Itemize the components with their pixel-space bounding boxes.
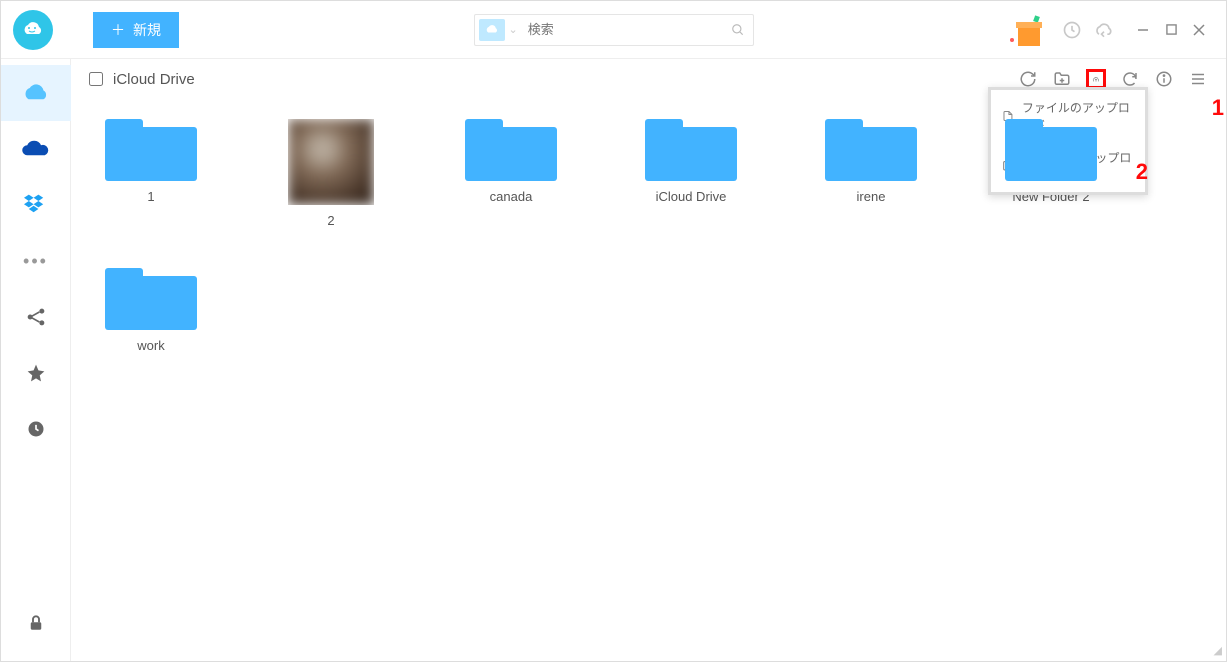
image-thumbnail — [288, 119, 374, 205]
plus-icon: ＋ — [111, 20, 125, 40]
breadcrumb[interactable]: iCloud Drive — [113, 71, 195, 88]
app-logo — [13, 10, 53, 50]
item-label: canada — [490, 189, 533, 204]
maximize-button[interactable] — [1164, 23, 1178, 37]
top-right-controls — [1010, 10, 1216, 50]
main-body: ••• iCloud Drive 1 — [1, 59, 1226, 661]
upload-icon[interactable] — [1086, 69, 1106, 89]
item-label: irene — [857, 189, 886, 204]
top-bar: ＋ 新規 ⌄ — [1, 1, 1226, 59]
menu-icon[interactable] — [1188, 69, 1208, 89]
sync-icon[interactable] — [1120, 69, 1140, 89]
new-folder-icon[interactable] — [1052, 69, 1072, 89]
path-bar: iCloud Drive 1 ファイルのアップロード フォルダのアップロード — [71, 59, 1226, 99]
sidebar: ••• — [1, 59, 71, 661]
cloud-filter-icon[interactable] — [479, 19, 505, 41]
file-grid: 1 2 canada iCloud Drive irene New Folder… — [71, 99, 1226, 373]
sidebar-item-icloud[interactable] — [1, 65, 71, 121]
select-all-checkbox[interactable] — [89, 72, 103, 86]
item-label: 2 — [327, 213, 334, 228]
search-icon[interactable] — [723, 23, 753, 37]
content-area: iCloud Drive 1 ファイルのアップロード フォルダのアップロード — [71, 59, 1226, 661]
search-input[interactable] — [522, 22, 723, 37]
new-button-label: 新規 — [133, 20, 161, 40]
sidebar-item-dropbox[interactable] — [1, 177, 71, 233]
folder-icon — [465, 119, 557, 181]
folder-item[interactable]: irene — [811, 119, 931, 228]
gift-icon[interactable] — [1010, 10, 1050, 50]
history-icon[interactable] — [1062, 20, 1082, 40]
more-icon: ••• — [23, 251, 48, 272]
folder-item[interactable]: canada — [451, 119, 571, 228]
folder-icon — [1005, 119, 1097, 181]
item-label: work — [137, 338, 164, 353]
image-item[interactable]: 2 — [271, 119, 391, 228]
info-icon[interactable] — [1154, 69, 1174, 89]
folder-icon — [105, 268, 197, 330]
folder-item[interactable]: 1 — [91, 119, 211, 228]
folder-icon — [105, 119, 197, 181]
folder-icon — [645, 119, 737, 181]
sidebar-item-recent[interactable] — [1, 401, 71, 457]
sidebar-item-lock[interactable] — [1, 605, 71, 661]
folder-item[interactable]: work — [91, 268, 211, 353]
window-controls — [1136, 23, 1206, 37]
item-label: iCloud Drive — [656, 189, 727, 204]
refresh-icon[interactable] — [1018, 69, 1038, 89]
new-button[interactable]: ＋ 新規 — [93, 12, 179, 48]
annotation-2: 2 — [1136, 159, 1148, 185]
sidebar-item-share[interactable] — [1, 289, 71, 345]
folder-item[interactable]: iCloud Drive — [631, 119, 751, 228]
sidebar-item-onedrive[interactable] — [1, 121, 71, 177]
sidebar-item-favorites[interactable] — [1, 345, 71, 401]
annotation-1: 1 — [1212, 95, 1224, 121]
resize-grip[interactable]: ◢ — [1214, 644, 1222, 657]
minimize-button[interactable] — [1136, 23, 1150, 37]
cloud-sync-icon[interactable] — [1094, 20, 1114, 40]
sidebar-item-more[interactable]: ••• — [1, 233, 71, 289]
path-actions — [1018, 69, 1208, 89]
close-button[interactable] — [1192, 23, 1206, 37]
item-label: 1 — [147, 189, 154, 204]
search-bar[interactable]: ⌄ — [474, 14, 754, 46]
folder-icon — [825, 119, 917, 181]
chevron-down-icon[interactable]: ⌄ — [505, 23, 522, 36]
folder-item[interactable]: New Folder 2 — [991, 119, 1111, 228]
